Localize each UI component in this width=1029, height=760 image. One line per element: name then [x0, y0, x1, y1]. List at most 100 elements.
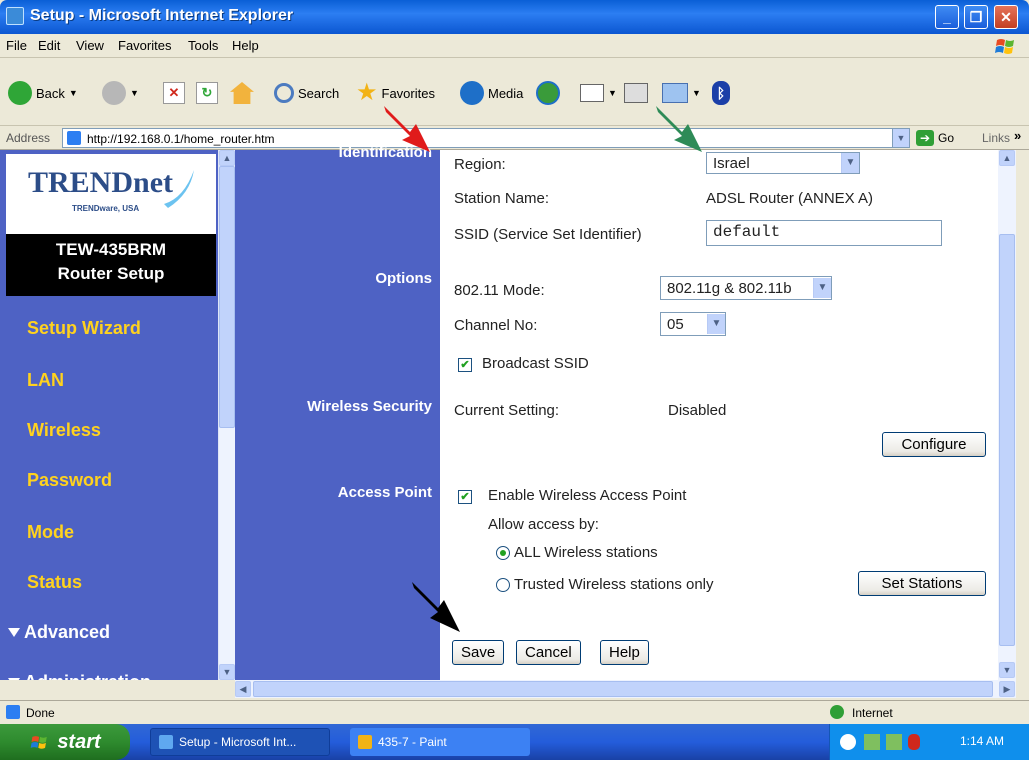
section-options: Options [375, 270, 432, 287]
menu-favorites[interactable]: Favorites [118, 38, 171, 53]
content-vertical-scrollbar[interactable]: ▲ ▼ [998, 150, 1016, 680]
set-stations-button[interactable]: Set Stations [858, 571, 986, 596]
cancel-button[interactable]: Cancel [516, 640, 581, 665]
menu-tools[interactable]: Tools [188, 38, 218, 53]
wireless-settings-form: Region: Israel ▼ Station Name: ADSL Rout… [440, 150, 998, 680]
print-button[interactable] [624, 80, 648, 106]
trusted-stations-radio[interactable] [496, 577, 510, 592]
forward-button[interactable]: ▼ [102, 80, 139, 106]
model-name: TEW-435BRM [55, 240, 167, 259]
search-label: Search [298, 85, 340, 101]
nav-lan[interactable]: LAN [27, 370, 64, 391]
back-button[interactable]: Back ▼ [8, 80, 78, 106]
nav-mode[interactable]: Mode [27, 522, 74, 543]
scroll-right-button[interactable]: ▶ [999, 681, 1015, 697]
minimize-button[interactable]: _ [935, 5, 959, 29]
windows-flag-icon [995, 39, 1014, 54]
configure-button[interactable]: Configure [882, 432, 986, 457]
scroll-down-button[interactable]: ▼ [999, 662, 1015, 678]
region-select[interactable]: Israel ▼ [706, 152, 860, 174]
media-icon [460, 81, 484, 105]
logo-box: TRENDnet TRENDware, USA [6, 154, 216, 234]
ssid-input[interactable]: default [706, 220, 942, 246]
task-paint[interactable]: 435-7 - Paint [350, 728, 530, 756]
menu-edit[interactable]: Edit [38, 38, 60, 53]
black-annotation-arrow [412, 582, 460, 632]
enable-access-point-label: Enable Wireless Access Point [488, 487, 687, 504]
current-setting-value: Disabled [668, 402, 727, 419]
broadcast-ssid-checkbox[interactable]: ✔ [458, 358, 472, 372]
paint-app-icon [358, 735, 372, 749]
page-done-icon [6, 705, 20, 719]
enable-access-point-checkbox[interactable]: ✔ [458, 490, 472, 504]
refresh-icon: ↻ [196, 82, 218, 104]
nav-password[interactable]: Password [27, 470, 112, 491]
maximize-button[interactable]: ❐ [964, 5, 988, 29]
start-button[interactable]: start [0, 724, 130, 760]
nav-administration[interactable]: Administration [8, 672, 151, 680]
windows-flag-icon [31, 736, 48, 749]
region-value: Israel [713, 154, 750, 172]
station-name-value: ADSL Router (ANNEX A) [706, 190, 873, 207]
links-chevron-icon[interactable]: » [1014, 128, 1021, 143]
network-icon[interactable] [864, 734, 880, 750]
chevron-down-icon: ▼ [707, 314, 725, 334]
mode-select[interactable]: 802.11g & 802.11b ▼ [660, 276, 832, 300]
media-button[interactable]: Media [460, 80, 523, 106]
ssid-label: SSID (Service Set Identifier) [454, 226, 642, 243]
history-button[interactable] [536, 80, 560, 106]
all-stations-radio[interactable] [496, 545, 510, 560]
left-frame-scrollbar[interactable]: ▲ ▼ [218, 150, 235, 680]
network-icon[interactable] [886, 734, 902, 750]
scroll-up-button[interactable]: ▲ [999, 150, 1015, 166]
task-paint-label: 435-7 - Paint [378, 735, 447, 749]
logo-subtitle: TRENDware, USA [72, 204, 140, 213]
refresh-button[interactable]: ↻ [196, 80, 218, 106]
address-dropdown-button[interactable]: ▼ [892, 129, 909, 147]
nav-advanced[interactable]: Advanced [8, 622, 110, 643]
all-stations-option[interactable]: ALL Wireless stations [496, 544, 658, 561]
section-access-point: Access Point [337, 484, 432, 501]
search-button[interactable]: Search [274, 80, 339, 106]
save-button[interactable]: Save [452, 640, 505, 665]
back-arrow-icon [8, 81, 32, 105]
scroll-thumb[interactable] [999, 234, 1015, 646]
go-button[interactable]: ➔ Go [916, 130, 954, 146]
scroll-thumb[interactable] [219, 166, 235, 428]
home-button[interactable] [230, 80, 254, 106]
stop-button[interactable]: ✕ [163, 80, 185, 106]
tray-expand-icon[interactable] [840, 734, 856, 750]
mail-button[interactable]: ▼ [580, 80, 617, 106]
close-button[interactable]: ✕ [994, 5, 1018, 29]
menu-help[interactable]: Help [232, 38, 259, 53]
content-horizontal-scrollbar[interactable]: ◀ ▶ [235, 680, 1016, 698]
mode-label: 802.11 Mode: [454, 282, 545, 299]
menu-view[interactable]: View [76, 38, 104, 53]
scroll-down-button[interactable]: ▼ [219, 664, 235, 680]
menu-file[interactable]: File [6, 38, 27, 53]
scroll-up-button[interactable]: ▲ [219, 150, 235, 166]
station-name-label: Station Name: [454, 190, 550, 207]
scroll-left-button[interactable]: ◀ [235, 681, 251, 697]
current-setting-label: Current Setting: [454, 402, 560, 419]
scroll-thumb[interactable] [253, 681, 993, 697]
bluetooth-button[interactable]: ᛒ [712, 80, 730, 106]
clock[interactable]: 1:14 AM [960, 734, 1004, 748]
channel-select[interactable]: 05 ▼ [660, 312, 726, 336]
nav-wireless[interactable]: Wireless [27, 420, 101, 441]
nav-status[interactable]: Status [27, 572, 82, 593]
address-input[interactable]: http://192.168.0.1/home_router.htm ▼ [62, 128, 910, 148]
task-ie[interactable]: Setup - Microsoft Int... [150, 728, 330, 756]
nav-setup-wizard[interactable]: Setup Wizard [27, 318, 141, 339]
history-icon [536, 81, 560, 105]
model-subtitle: Router Setup [57, 264, 165, 283]
window-title-bar[interactable]: Setup - Microsoft Internet Explorer _ ❐ … [0, 0, 1029, 34]
nav-administration-label: Administration [24, 672, 151, 680]
links-label[interactable]: Links [982, 131, 1010, 145]
stop-icon: ✕ [163, 82, 185, 104]
trusted-stations-option[interactable]: Trusted Wireless stations only [496, 576, 714, 593]
chevron-down-icon: ▼ [841, 153, 859, 173]
bluetooth-icon[interactable] [908, 734, 920, 750]
go-label: Go [938, 131, 955, 145]
help-button[interactable]: Help [600, 640, 649, 665]
